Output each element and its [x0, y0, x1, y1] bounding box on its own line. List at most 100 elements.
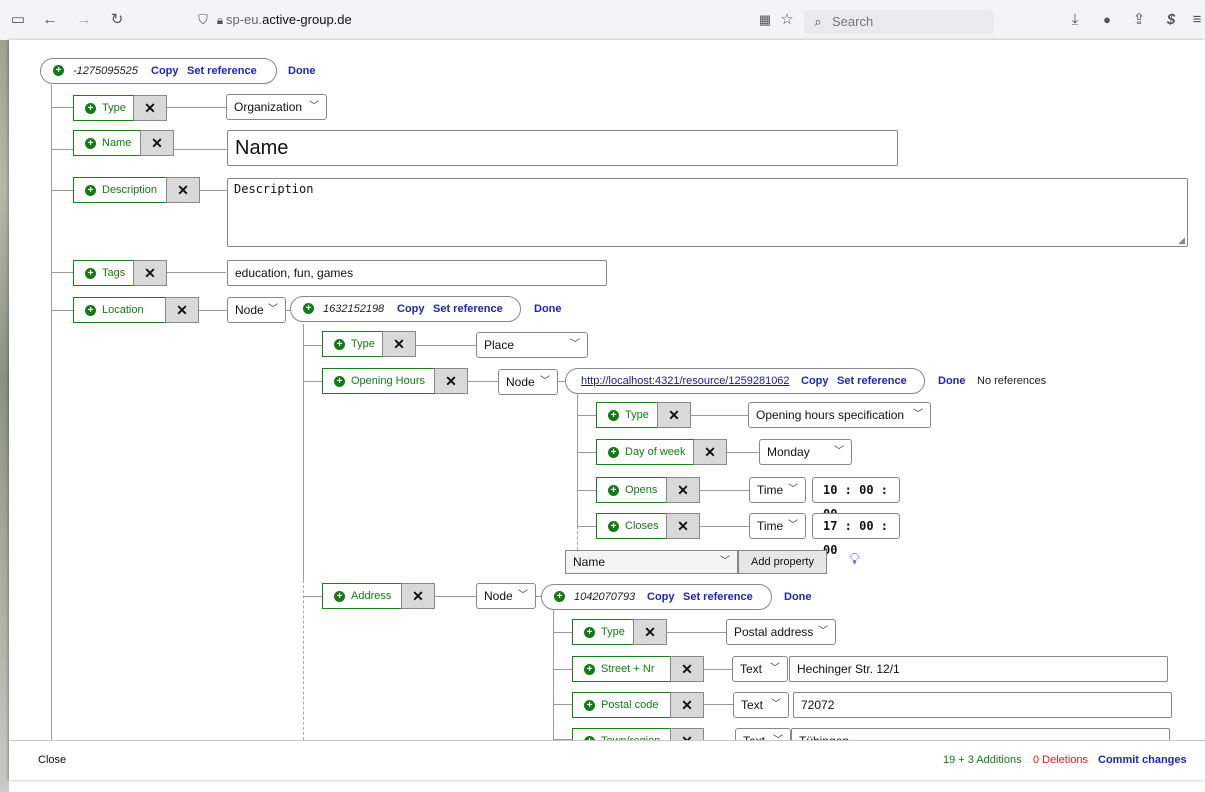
search-input[interactable]: ⌕ Search [804, 10, 994, 34]
remove-button[interactable]: ✕ [401, 583, 435, 609]
extension-s-icon[interactable]: ● [1098, 10, 1116, 30]
add-icon[interactable]: + [334, 339, 345, 350]
copy-button[interactable]: Copy [647, 585, 675, 609]
street-input[interactable]: Hechinger Str. 12/1 [789, 656, 1168, 682]
add-icon[interactable]: + [303, 303, 314, 314]
sidebar-toggle-icon[interactable]: ▭ [8, 10, 28, 30]
postal-code-input[interactable]: 72072 [793, 692, 1172, 718]
add-icon[interactable]: + [85, 103, 96, 114]
remove-button[interactable]: ✕ [133, 260, 167, 286]
copy-button[interactable]: Copy [397, 297, 425, 321]
done-button[interactable]: Done [534, 296, 562, 322]
menu-icon[interactable]: ≡ [1190, 10, 1204, 30]
connector-line [415, 345, 476, 346]
root-node-header: + -1275095525 Copy Set reference [40, 58, 277, 84]
hours-type-select[interactable]: Opening hours specification ﹀ [748, 402, 931, 428]
add-icon[interactable]: + [584, 627, 595, 638]
share-icon[interactable]: ⇪ [1130, 10, 1148, 30]
add-icon[interactable]: + [334, 591, 345, 602]
town-input[interactable]: Tübingen [791, 728, 1170, 740]
remove-button[interactable]: ✕ [693, 439, 727, 465]
remove-button[interactable]: ✕ [666, 513, 700, 539]
type-select[interactable]: Organization ﹀ [226, 94, 327, 120]
add-icon[interactable]: + [608, 410, 619, 421]
chevron-down-icon: ﹀ [773, 729, 783, 740]
add-icon[interactable]: + [85, 305, 96, 316]
address-type-select[interactable]: Postal address ﹀ [726, 619, 836, 645]
add-property-button[interactable]: Add property [738, 550, 827, 574]
chevron-down-icon: ﹀ [771, 699, 781, 710]
town-kind-select[interactable]: Text ﹀ [735, 728, 791, 740]
remove-button[interactable]: ✕ [633, 619, 667, 645]
closes-time-input[interactable]: 17 : 00 : 00 [812, 513, 900, 557]
add-icon[interactable]: + [584, 664, 595, 675]
set-reference-button[interactable]: Set reference [433, 297, 503, 321]
remove-button[interactable]: ✕ [657, 402, 691, 428]
remove-button[interactable]: ✕ [670, 692, 704, 718]
add-icon[interactable]: + [584, 700, 595, 711]
commit-changes-button[interactable]: Commit changes [1098, 741, 1187, 779]
new-property-select[interactable]: Name ﹀ [565, 550, 738, 574]
description-textarea[interactable]: Description ◢ [227, 178, 1188, 247]
remove-button[interactable]: ✕ [670, 728, 704, 740]
set-reference-button[interactable]: Set reference [837, 369, 907, 393]
back-icon[interactable]: ← [40, 10, 60, 30]
reader-grid-icon[interactable]: ▦ [756, 10, 774, 30]
add-icon[interactable]: + [608, 447, 619, 458]
day-of-week-select[interactable]: Monday ﹀ [759, 439, 852, 465]
remove-button[interactable]: ✕ [382, 331, 416, 357]
postal-kind-select[interactable]: Text ﹀ [733, 692, 789, 718]
resize-handle-icon[interactable]: ◢ [1178, 236, 1185, 245]
connector-line [198, 310, 227, 311]
add-icon[interactable]: + [608, 521, 619, 532]
chevron-down-icon: ﹀ [540, 376, 550, 387]
remove-button[interactable]: ✕ [434, 368, 468, 394]
close-button[interactable]: Close [38, 741, 66, 779]
chevron-down-icon: ﹀ [570, 339, 580, 350]
property-description: + Description ✕ [73, 177, 200, 203]
add-icon[interactable]: + [554, 591, 565, 602]
remove-button[interactable]: ✕ [140, 130, 174, 156]
copy-button[interactable]: Copy [151, 59, 179, 83]
set-reference-button[interactable]: Set reference [683, 585, 753, 609]
add-icon[interactable]: + [608, 485, 619, 496]
resource-link[interactable]: http://localhost:4321/resource/125928106… [581, 369, 790, 393]
opening-hours-kind-select[interactable]: Node ﹀ [498, 369, 558, 395]
remove-button[interactable]: ✕ [666, 477, 700, 503]
add-icon[interactable]: + [85, 138, 96, 149]
done-button[interactable]: Done [938, 368, 966, 394]
extension-dollar-icon[interactable]: $ [1162, 10, 1180, 30]
remove-button[interactable]: ✕ [670, 656, 704, 682]
opens-kind-select[interactable]: Time ﹀ [749, 477, 806, 503]
done-button[interactable]: Done [288, 58, 316, 84]
opens-time-input[interactable]: 10 : 00 : 00 [812, 477, 900, 521]
download-icon[interactable]: ⤓ [1066, 10, 1084, 30]
done-button[interactable]: Done [784, 584, 812, 610]
place-type-select[interactable]: Place ﹀ [476, 332, 588, 358]
property-street: + Street + Nr ✕ [572, 656, 704, 682]
add-icon[interactable]: + [334, 376, 345, 387]
location-kind-select[interactable]: Node ﹀ [227, 297, 286, 323]
property-location: + Location ✕ [73, 297, 199, 323]
add-icon[interactable]: + [85, 268, 96, 279]
shield-icon: ⛉ [198, 12, 208, 27]
lightbulb-icon[interactable]: 💡︎ [849, 549, 860, 571]
forward-icon[interactable]: → [74, 10, 94, 30]
reload-icon[interactable]: ↻ [107, 10, 127, 30]
add-icon[interactable]: + [53, 65, 64, 76]
street-kind-select[interactable]: Text ﹀ [732, 656, 788, 682]
bookmark-star-icon[interactable]: ☆ [778, 10, 796, 30]
add-icon[interactable]: + [85, 185, 96, 196]
remove-button[interactable]: ✕ [165, 297, 199, 323]
chevron-down-icon: ﹀ [818, 626, 828, 637]
copy-button[interactable]: Copy [801, 369, 829, 393]
set-reference-button[interactable]: Set reference [187, 59, 257, 83]
address-kind-select[interactable]: Node ﹀ [476, 583, 536, 609]
closes-kind-select[interactable]: Time ﹀ [749, 513, 806, 539]
name-input[interactable]: Name [227, 130, 898, 166]
editor-scroll-area[interactable]: + -1275095525 Copy Set reference Done + … [9, 40, 1205, 740]
remove-button[interactable]: ✕ [166, 177, 200, 203]
remove-button[interactable]: ✕ [133, 95, 167, 121]
tags-input[interactable]: education, fun, games [227, 260, 607, 286]
connector-line [666, 632, 726, 633]
